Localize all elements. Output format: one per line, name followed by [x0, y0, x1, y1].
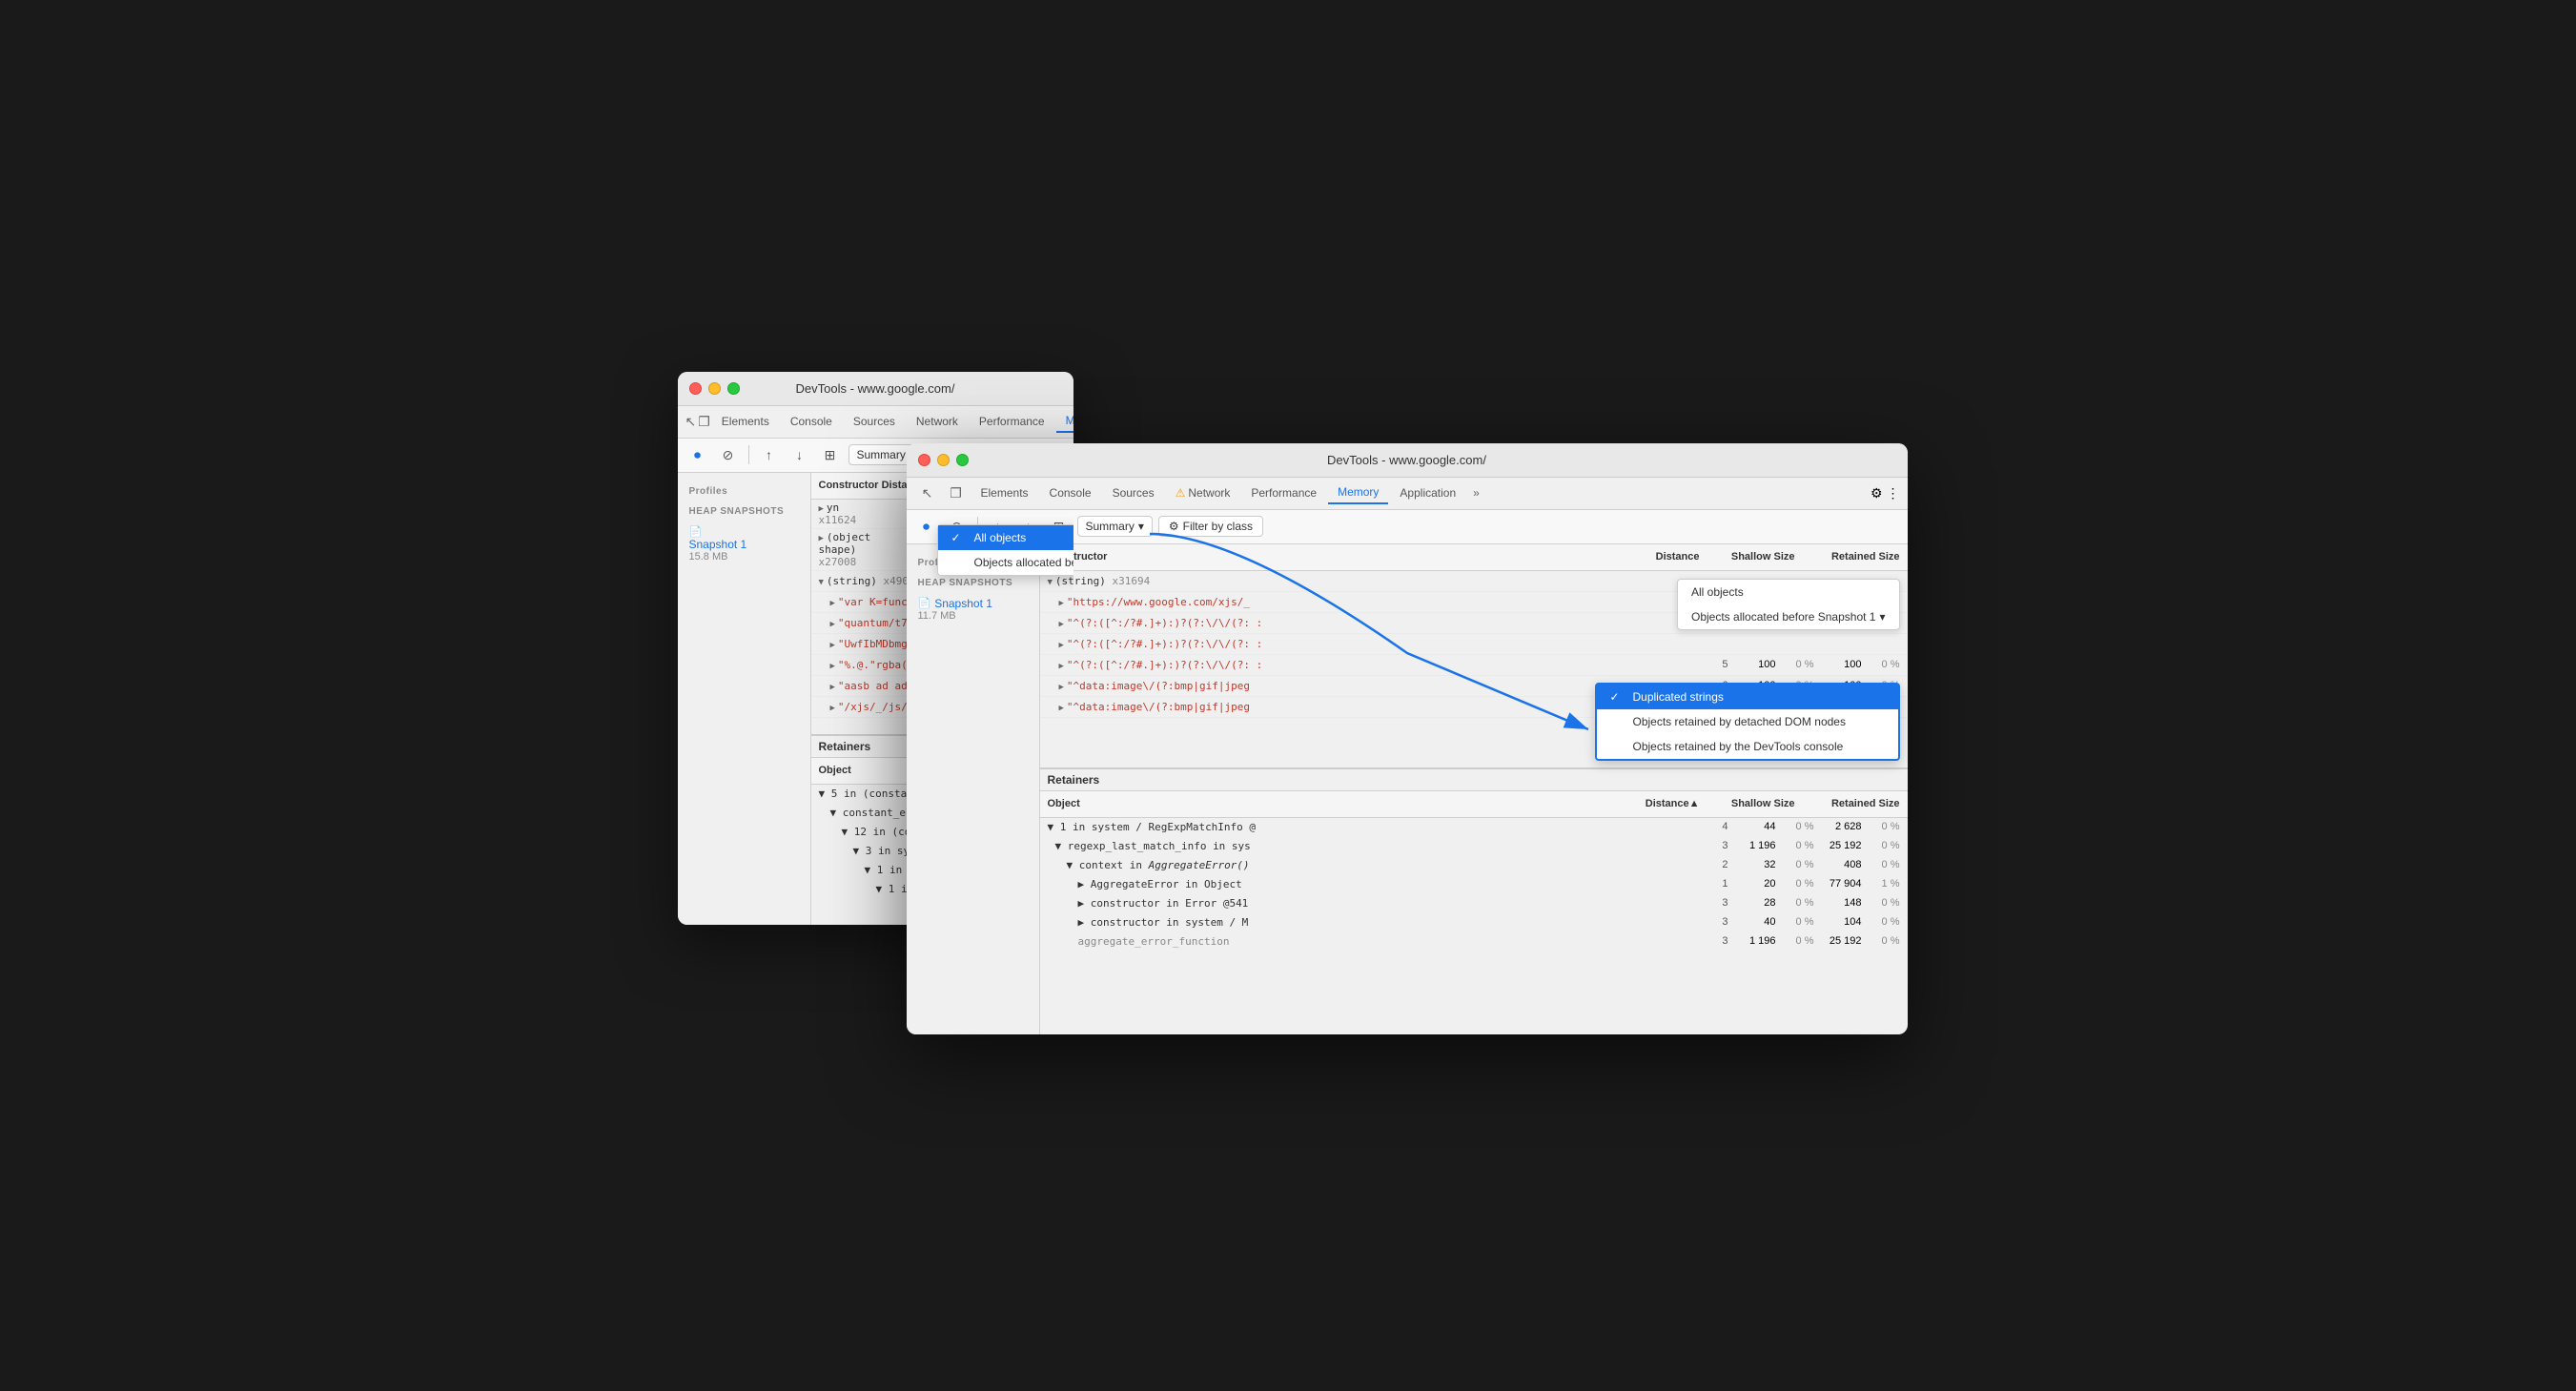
divider-back: [748, 445, 749, 464]
settings-icon-front[interactable]: ⚙: [1871, 485, 1883, 501]
dropdown-devtools-console[interactable]: Objects retained by the DevTools console: [1597, 734, 1898, 759]
window-title-front: DevTools - www.google.com/: [1327, 453, 1486, 467]
snapshot-size-back: 15.8 MB: [689, 551, 799, 563]
snapshot-name-front: Snapshot 1: [934, 597, 992, 610]
close-button-front[interactable]: [918, 454, 930, 466]
content-panel-front: Constructor Distance Shallow Size Retain…: [1040, 544, 1908, 1034]
sidebar-back: Profiles HEAP SNAPSHOTS 📄 Snapshot 1 15.…: [678, 473, 811, 925]
filter-dropdown-front[interactable]: ✓ Duplicated strings Objects retained by…: [1595, 683, 1900, 761]
ellipsis-icon-front[interactable]: ⋮: [1887, 485, 1900, 501]
close-button-back[interactable]: [689, 382, 702, 395]
minimize-button-back[interactable]: [708, 382, 721, 395]
retainer-row[interactable]: ▼ 1 in system / RegExpMatchInfo @ 4 44 0…: [1040, 818, 1908, 837]
snapshot-size-front: 11.7 MB: [918, 610, 1028, 622]
cursor-icon: ↖: [685, 408, 697, 435]
retainer-row[interactable]: ▼ regexp_last_match_info in sys 3 1 196 …: [1040, 837, 1908, 856]
layers-icon-front: ❐: [943, 480, 970, 506]
record-button-back[interactable]: ⏺: [685, 442, 710, 467]
maximize-button-front[interactable]: [956, 454, 969, 466]
traffic-lights-back: [689, 382, 740, 395]
heap-snapshots-label-back: HEAP SNAPSHOTS: [678, 501, 810, 521]
tab-performance-front[interactable]: Performance: [1241, 482, 1326, 503]
stop-button-back[interactable]: ⊘: [716, 442, 741, 467]
tab-console-back[interactable]: Console: [781, 411, 842, 432]
all-objects-dropdown-front[interactable]: All objects Objects allocated before Sna…: [1677, 579, 1900, 630]
filter-by-class-btn[interactable]: ⚙ Filter by class: [1158, 516, 1263, 537]
tab-elements-front[interactable]: Elements: [971, 482, 1038, 503]
title-bar-back: DevTools - www.google.com/: [678, 372, 1073, 406]
filter-by-class-label: Filter by class: [1183, 520, 1253, 533]
dropdown-duplicated-strings[interactable]: ✓ Duplicated strings: [1597, 685, 1898, 709]
snapshot-name-back: Snapshot 1: [689, 538, 799, 551]
filter-icon: ⚙: [1169, 520, 1179, 533]
before-snapshot-text: Objects allocated before Snapshot 1: [1691, 610, 1875, 624]
layers-icon: ❐: [698, 408, 710, 435]
maximize-button-back[interactable]: [727, 382, 740, 395]
checkmark-duplicated: ✓: [1610, 690, 1625, 704]
table-header-front: Constructor Distance Shallow Size Retain…: [1040, 544, 1908, 571]
minimize-button-front[interactable]: [937, 454, 950, 466]
retainers-front: Retainers Object Distance▲ Shallow Size …: [1040, 767, 1908, 1034]
dropdown-detached-dom[interactable]: Objects retained by detached DOM nodes: [1597, 709, 1898, 734]
window-title-back: DevTools - www.google.com/: [796, 381, 955, 396]
retainers-header-front: Retainers: [1040, 769, 1908, 791]
title-bar-front: DevTools - www.google.com/: [907, 443, 1908, 478]
retainer-row[interactable]: ▼ context in AggregateError() 2 32 0 % 4…: [1040, 856, 1908, 875]
devtools-tabs-front: ↖ ❐ Elements Console Sources ⚠ Network P…: [907, 478, 1908, 510]
warning-icon-network: ⚠: [1176, 486, 1186, 500]
retainer-row[interactable]: ▶ AggregateError in Object 1 20 0 % 77 9…: [1040, 875, 1908, 894]
upload-button-back[interactable]: ↑: [757, 442, 782, 467]
tab-memory-front[interactable]: Memory: [1328, 481, 1388, 504]
all-objects-text: All objects: [1691, 585, 1744, 599]
clear-button-back[interactable]: ⊞: [818, 442, 843, 467]
summary-label-back: Summary: [857, 448, 906, 461]
tab-more-front[interactable]: »: [1467, 482, 1485, 503]
tab-elements-back[interactable]: Elements: [712, 411, 779, 432]
detached-dom-label: Objects retained by detached DOM nodes: [1633, 715, 1846, 728]
download-button-back[interactable]: ↓: [787, 442, 812, 467]
tab-sources-back[interactable]: Sources: [844, 411, 905, 432]
table-row[interactable]: ▶"^(?:([^:/?#.]+):)?(?:\/\/(?: : 5 100 0…: [1040, 655, 1908, 676]
summary-label-front: Summary: [1086, 520, 1135, 533]
all-objects-dropdown-back[interactable]: ✓ All objects Objects allocated before S…: [937, 524, 1073, 576]
snapshot-item-back[interactable]: 📄 Snapshot 1 15.8 MB: [678, 521, 810, 567]
dropdown-item-all-objects[interactable]: ✓ All objects: [938, 525, 1073, 550]
cursor-icon-front: ↖: [914, 480, 941, 506]
retainers-table-header-front: Object Distance▲ Shallow Size Retained S…: [1040, 791, 1908, 818]
table-row[interactable]: ▶"^(?:([^:/?#.]+):)?(?:\/\/(?: :: [1040, 634, 1908, 655]
retainer-row[interactable]: ▶ constructor in system / M 3 40 0 % 104…: [1040, 913, 1908, 932]
traffic-lights-front: [918, 454, 969, 466]
all-objects-label: All objects: [974, 531, 1027, 544]
tab-performance-back[interactable]: Performance: [970, 411, 1054, 432]
retainer-row[interactable]: aggregate_error_function 3 1 196 0 % 25 …: [1040, 932, 1908, 951]
devtools-tabs-back: ↖ ❐ Elements Console Sources Network Per…: [678, 406, 1073, 439]
duplicated-strings-label: Duplicated strings: [1633, 690, 1724, 704]
col-constructor-header: Constructor: [819, 480, 879, 491]
tab-sources-front[interactable]: Sources: [1103, 482, 1164, 503]
tab-console-front[interactable]: Console: [1040, 482, 1101, 503]
checkmark-icon: ✓: [951, 531, 967, 544]
tab-application-front[interactable]: Application: [1390, 482, 1465, 503]
tab-network-back[interactable]: Network: [907, 411, 968, 432]
dropdown-arrow-front: ▾: [1138, 520, 1144, 533]
tab-settings-front: ⚙ ⋮: [1871, 485, 1900, 501]
devtools-console-label: Objects retained by the DevTools console: [1633, 740, 1844, 753]
record-button-front[interactable]: ⏺: [914, 514, 939, 539]
before-snapshot-label: Objects allocated before Snapshot 1: [974, 556, 1073, 569]
retainer-row[interactable]: ▶ constructor in Error @541 3 28 0 % 148…: [1040, 894, 1908, 913]
tab-memory-back[interactable]: Memory: [1056, 410, 1073, 433]
dropdown-all-objects-item[interactable]: All objects: [1678, 580, 1899, 604]
dropdown-item-before-snapshot[interactable]: Objects allocated before Snapshot 1: [938, 550, 1073, 575]
snapshot-item-front[interactable]: 📄 Snapshot 1 11.7 MB: [907, 592, 1039, 626]
dropdown-before-snapshot-item[interactable]: Objects allocated before Snapshot 1 ▾: [1678, 604, 1899, 629]
profiles-label-back: Profiles: [678, 481, 810, 501]
summary-dropdown-front[interactable]: Summary ▾: [1077, 516, 1153, 537]
tab-network-front[interactable]: ⚠ Network: [1166, 482, 1240, 503]
sidebar-front: Profiles HEAP SNAPSHOTS 📄 Snapshot 1 11.…: [907, 544, 1040, 1034]
main-content-front: Profiles HEAP SNAPSHOTS 📄 Snapshot 1 11.…: [907, 544, 1908, 1034]
dropdown-expand-icon: ▾: [1879, 610, 1885, 624]
